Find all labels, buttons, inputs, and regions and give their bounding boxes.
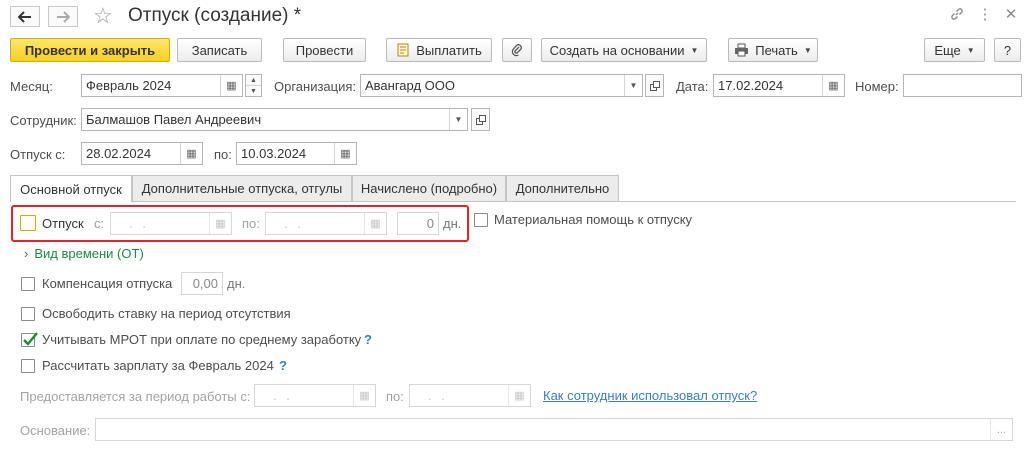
link-icon[interactable] (948, 6, 966, 24)
organization-field[interactable]: Авангард ООО ▼ (360, 74, 643, 97)
close-icon[interactable]: ✕ (1002, 6, 1020, 24)
basis-label: Основание: (20, 423, 91, 438)
paperclip-icon (511, 44, 522, 57)
material-help-checkbox[interactable] (474, 213, 488, 227)
work-period-from-field[interactable]: . . ▦ (254, 384, 376, 407)
arrow-right-icon (57, 10, 70, 23)
dropdown-arrow-icon[interactable]: ▼ (624, 75, 642, 96)
back-button[interactable] (10, 6, 40, 27)
window-title: Отпуск (создание) * (128, 5, 302, 26)
mrot-label: Учитывать МРОТ при оплате по среднему за… (42, 332, 362, 347)
dropdown-arrow-icon[interactable]: ▼ (449, 109, 467, 130)
leave-from-label: Отпуск с: (10, 147, 66, 162)
month-stepper[interactable]: ▲ ▼ (245, 74, 262, 97)
open-link-icon (475, 114, 486, 125)
compensation-days-unit: дн. (227, 276, 246, 291)
checkmark-icon (23, 332, 38, 346)
used-vacation-link[interactable]: Как сотрудник использовал отпуск? (543, 388, 757, 403)
basis-field[interactable]: ... (95, 418, 1013, 441)
more-button[interactable]: Еще ▼ (924, 38, 985, 62)
calc-salary-label: Рассчитать зарплату за Февраль 2024 (42, 358, 274, 373)
calendar-icon[interactable]: ▦ (822, 75, 844, 96)
release-rate-checkbox[interactable] (21, 307, 35, 321)
employee-field[interactable]: Балмашов Павел Андреевич ▼ (81, 108, 468, 131)
compensation-label: Компенсация отпуска (42, 276, 173, 291)
calendar-icon[interactable]: ▦ (334, 143, 356, 164)
chevron-down-icon[interactable]: ▼ (246, 86, 261, 96)
post-and-close-button[interactable]: Провести и закрыть (10, 38, 170, 62)
document-icon (397, 43, 409, 57)
work-period-to-field[interactable]: . . ▦ (409, 384, 531, 407)
save-button[interactable]: Записать (177, 38, 262, 62)
time-type-expander[interactable]: › Вид времени (ОТ) (24, 246, 144, 261)
calc-salary-checkbox[interactable] (21, 359, 35, 373)
chevron-down-icon: ▼ (966, 45, 975, 55)
calendar-icon[interactable]: ▦ (180, 143, 202, 164)
calendar-icon[interactable]: ▦ (209, 213, 231, 234)
month-label: Месяц: (10, 79, 53, 94)
attach-button[interactable] (502, 38, 532, 62)
date-label: Дата: (676, 79, 709, 94)
select-button[interactable]: ... (990, 419, 1012, 440)
chevron-up-icon[interactable]: ▲ (246, 75, 261, 86)
chevron-right-icon: › (24, 246, 29, 261)
tab-main-leave[interactable]: Основной отпуск (10, 175, 132, 202)
open-employee-button[interactable] (471, 108, 490, 131)
vacation-to-label: по: (242, 216, 260, 231)
vacation-checkbox[interactable] (20, 215, 36, 231)
compensation-days-field[interactable]: 0,00 (181, 272, 223, 295)
month-field[interactable]: Февраль 2024 ▦ (81, 74, 243, 97)
chevron-down-icon: ▼ (803, 45, 812, 55)
vacation-label: Отпуск (42, 216, 84, 231)
number-label: Номер: (855, 79, 899, 94)
favorite-star-icon[interactable]: ☆ (93, 3, 113, 29)
vacation-to-field[interactable]: . . ▦ (265, 212, 387, 235)
leave-to-field[interactable]: 10.03.2024 ▦ (236, 142, 357, 165)
calendar-icon[interactable]: ▦ (220, 75, 242, 96)
mrot-checkbox[interactable] (21, 332, 38, 347)
arrow-left-icon (18, 10, 31, 23)
calendar-icon[interactable]: ▦ (364, 213, 386, 234)
calendar-icon[interactable]: ▦ (508, 385, 530, 406)
open-organization-button[interactable] (645, 74, 664, 97)
calendar-icon[interactable]: ▦ (353, 385, 375, 406)
tab-additional[interactable]: Дополнительно (506, 175, 619, 201)
post-button[interactable]: Провести (283, 38, 366, 62)
compensation-checkbox[interactable] (21, 277, 35, 291)
print-button[interactable]: Печать ▼ (728, 38, 818, 62)
pay-button[interactable]: Выплатить (386, 38, 492, 62)
mrot-help-icon[interactable]: ? (364, 332, 372, 347)
create-based-on-button[interactable]: Создать на основании ▼ (541, 38, 707, 62)
forward-button[interactable] (48, 6, 78, 27)
vacation-from-label: с: (94, 216, 105, 231)
leave-from-field[interactable]: 28.02.2024 ▦ (81, 142, 203, 165)
tab-divider (10, 201, 1016, 202)
leave-to-label: по: (214, 147, 232, 162)
more-vertical-icon[interactable]: ⋮ (976, 6, 994, 24)
vacation-days-unit: дн. (443, 216, 462, 231)
open-link-icon (649, 80, 660, 91)
employee-label: Сотрудник: (10, 113, 77, 128)
help-button[interactable]: ? (994, 38, 1021, 62)
material-help-label: Материальная помощь к отпуску (494, 212, 693, 227)
chevron-down-icon: ▼ (690, 45, 699, 55)
date-field[interactable]: 17.02.2024 ▦ (713, 74, 845, 97)
number-field[interactable] (903, 74, 1022, 97)
work-period-to-label: по: (386, 389, 404, 404)
vacation-days-field[interactable]: 0 (397, 212, 439, 235)
release-rate-label: Освободить ставку на период отсутствия (42, 306, 291, 321)
tab-additional-leaves[interactable]: Дополнительные отпуска, отгулы (132, 175, 352, 201)
calc-salary-help-icon[interactable]: ? (279, 358, 287, 373)
tab-accrued-detailed[interactable]: Начислено (подробно) (352, 175, 506, 201)
work-period-label: Предоставляется за период работы с: (20, 389, 251, 404)
organization-label: Организация: (274, 79, 357, 94)
printer-icon (735, 43, 749, 57)
vacation-from-field[interactable]: . . ▦ (110, 212, 232, 235)
